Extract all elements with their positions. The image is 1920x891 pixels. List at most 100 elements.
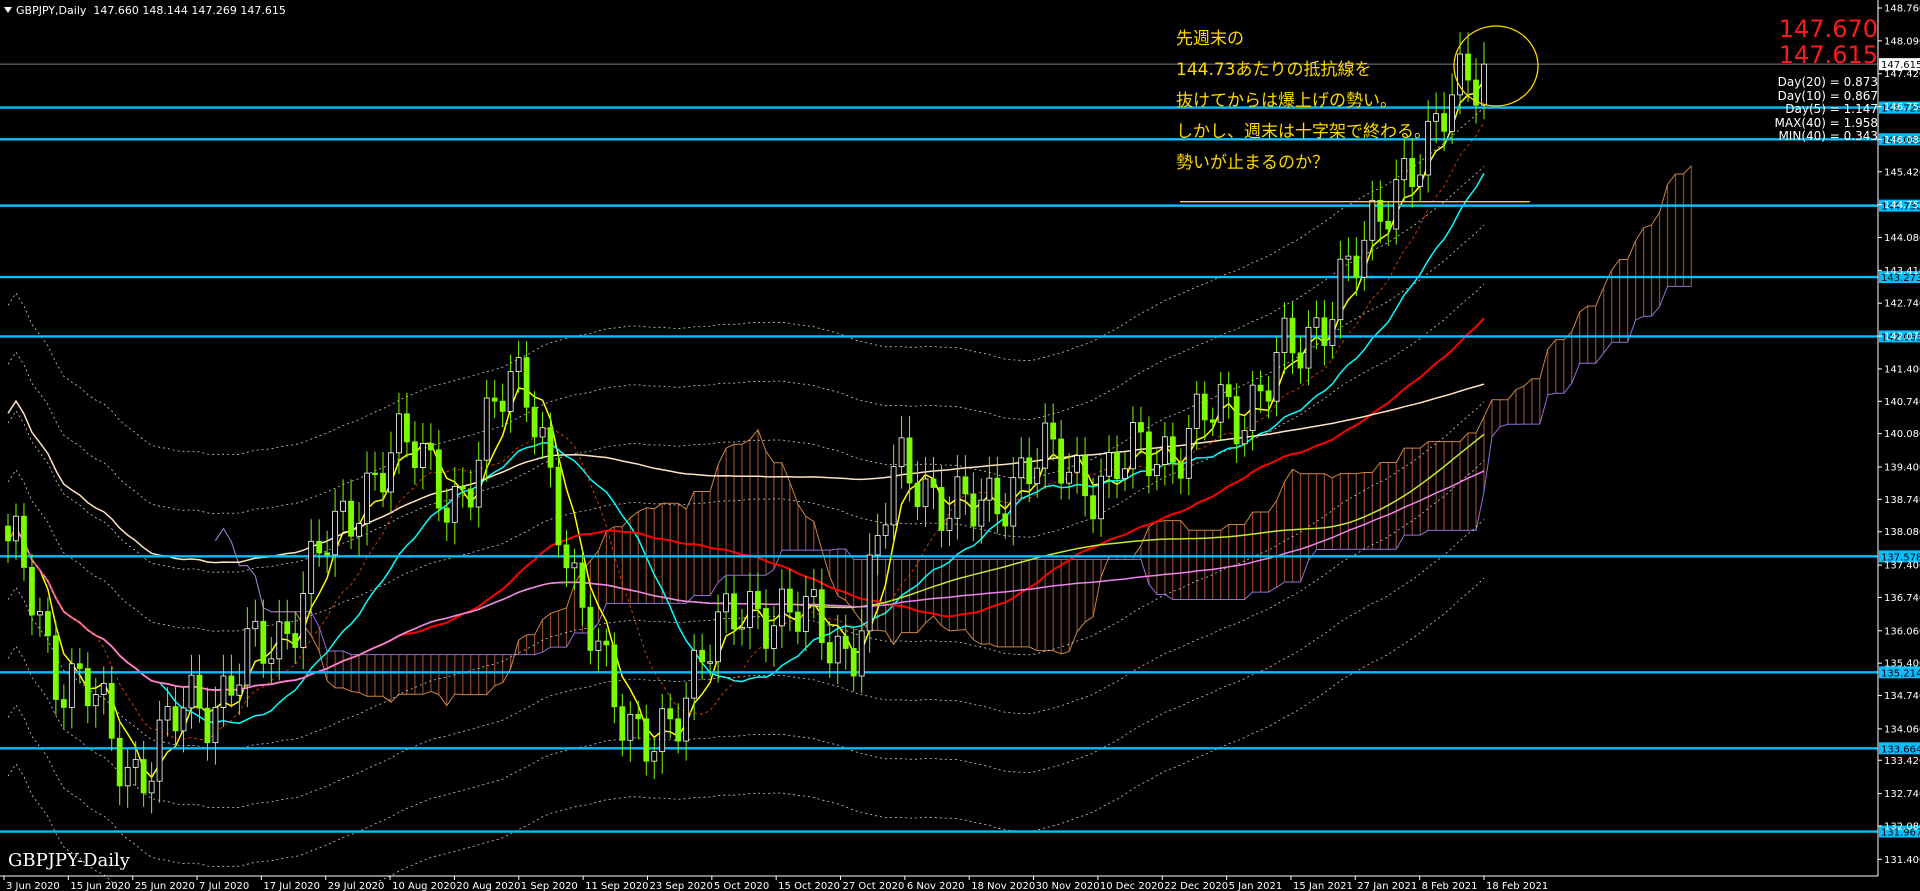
candle-body	[356, 523, 362, 537]
time-axis: 3 Jun 2020 15 Jun 2020 25 Jun 2020 7 Jul 20…	[0, 875, 1878, 891]
candle-body	[1106, 452, 1112, 477]
candle-body	[37, 611, 43, 616]
candle-body	[499, 400, 506, 412]
candle-body	[459, 485, 466, 490]
y-tick-label: 136.060	[1884, 626, 1920, 637]
candle-body	[659, 708, 666, 753]
candle-body	[188, 674, 195, 709]
y-tick-label: 131.400	[1884, 855, 1920, 866]
candle-body	[467, 488, 474, 508]
candle-body	[76, 663, 83, 669]
x-tick-label: 27 Oct 2020	[843, 881, 905, 891]
candle-body	[1289, 317, 1296, 354]
x-tick-label: 11 Sep 2020	[585, 881, 648, 891]
candle-body	[994, 477, 1001, 515]
candle-body	[539, 427, 546, 438]
candle-body	[611, 644, 618, 708]
y-tick-label: 134.060	[1884, 724, 1920, 735]
candle-body	[866, 554, 873, 632]
candle-body	[1297, 352, 1304, 369]
candle-body	[779, 588, 785, 627]
y-tick-label: 148.760	[1884, 4, 1920, 15]
candle-body	[1321, 317, 1328, 346]
x-tick-label: 29 Jul 2020	[328, 881, 385, 891]
x-tick-label: 17 Jul 2020	[263, 881, 320, 891]
band-lower-3	[7, 577, 1485, 891]
level-label: 133.664	[1881, 744, 1920, 755]
candle-body	[1241, 430, 1248, 445]
candle-body	[715, 611, 721, 663]
price-chart[interactable]: 146.729146.083144.730143.273142.063137.5…	[0, 0, 1920, 891]
y-tick-label: 142.070	[1884, 332, 1920, 343]
candle-body	[802, 596, 809, 632]
annotation-line: しかし、週末は十字架で終わる。	[1176, 122, 1431, 142]
y-tick-label: 139.400	[1884, 463, 1920, 474]
candle-body	[810, 589, 817, 597]
candle-body	[1353, 255, 1360, 278]
y-tick-label: 136.740	[1884, 593, 1920, 604]
candle-body	[1146, 431, 1152, 477]
ohlc-label: 147.660 148.144 147.269 147.615	[93, 4, 286, 17]
candle-body	[771, 625, 777, 649]
candle-body	[220, 675, 227, 708]
x-tick-label: 27 Jan 2021	[1357, 881, 1417, 891]
x-tick-label: 15 Jan 2021	[1293, 881, 1353, 891]
annotation-line: 先週末の	[1176, 29, 1244, 49]
ma-150	[7, 470, 1485, 691]
candle-body	[1273, 352, 1280, 402]
candle-body	[252, 620, 259, 630]
candle-body	[1385, 220, 1392, 230]
y-tick-label: 147.420	[1884, 69, 1920, 80]
x-tick-label: 6 Nov 2020	[907, 881, 965, 891]
x-tick-label: 23 Sep 2020	[649, 881, 712, 891]
candle-body	[643, 718, 650, 762]
y-tick-label: 148.090	[1884, 36, 1920, 47]
candle-body	[44, 611, 51, 637]
y-tick-label: 146.080	[1884, 135, 1920, 146]
candle-body	[1481, 63, 1487, 106]
candle-body	[571, 562, 578, 569]
y-tick-label: 132.740	[1884, 789, 1920, 800]
candle-body	[667, 708, 674, 720]
candle-body	[515, 357, 522, 373]
candle-body	[707, 661, 713, 664]
candle-body	[116, 737, 123, 787]
candle-body	[180, 707, 187, 732]
candle-body	[523, 357, 530, 408]
candle-body	[691, 649, 698, 699]
candle-body	[316, 540, 323, 554]
candle-body	[52, 635, 59, 700]
candle-body	[124, 767, 131, 787]
annotation-line: 144.73あたりの抵抗線を	[1176, 60, 1372, 80]
candle-body	[978, 499, 985, 527]
y-tick-label: 142.740	[1884, 299, 1920, 310]
candle-body	[890, 466, 897, 526]
stat-day10: Day(10) = 0.867	[1777, 88, 1878, 103]
candle-body	[435, 449, 442, 509]
stat-day5: Day(5) = 1.147	[1785, 102, 1878, 116]
candle-body	[1138, 422, 1144, 433]
candle-body	[747, 591, 753, 628]
candle-body	[156, 719, 163, 782]
candle-body	[1465, 53, 1471, 81]
menu-triangle-icon[interactable]	[4, 7, 12, 13]
candle-body	[204, 707, 211, 744]
band-upper-2	[7, 166, 1485, 515]
candle-body	[1042, 422, 1049, 469]
candle-body	[29, 567, 35, 616]
annotation-line: 勢いが止まるのか？	[1176, 153, 1329, 173]
candle-body	[348, 500, 354, 537]
candle-body	[21, 515, 27, 568]
candle-body	[1305, 326, 1312, 369]
candle-body	[1034, 467, 1041, 485]
candle-body	[739, 626, 745, 630]
x-tick-label: 30 Nov 2020	[1036, 881, 1100, 891]
candle-body	[148, 780, 155, 794]
stat-min40: MIN(40) = 0.343	[1778, 129, 1878, 143]
horizontal-levels: 146.729146.083144.730143.273142.063137.5…	[0, 58, 1920, 839]
candle-body	[5, 525, 11, 542]
candle-body	[954, 476, 961, 519]
candle-body	[1217, 384, 1224, 423]
candle-body	[1225, 384, 1232, 398]
candle-body	[826, 642, 833, 664]
